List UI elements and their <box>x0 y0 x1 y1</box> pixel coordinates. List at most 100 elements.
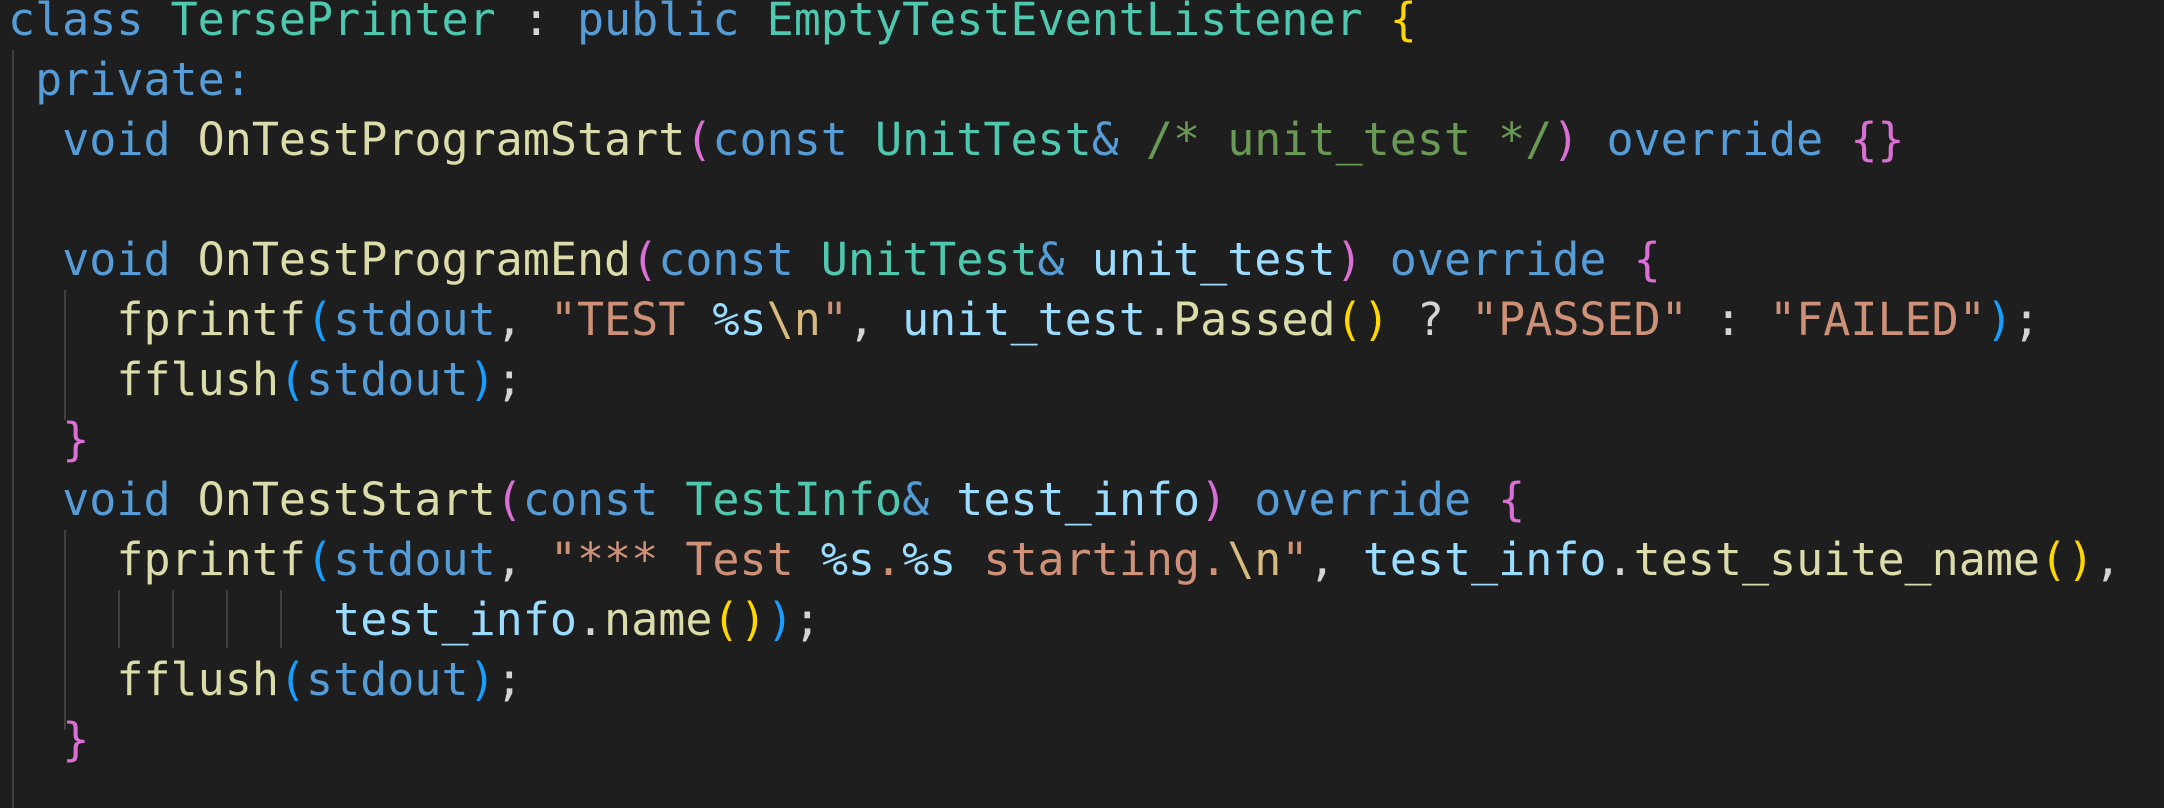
code-token: void <box>62 473 198 526</box>
code-token: /* unit_test */ <box>1145 113 1553 166</box>
code-token: ( <box>306 533 334 586</box>
code-token: ) <box>766 593 794 646</box>
code-token: ; <box>495 653 523 706</box>
code-token: "FAILED" <box>1769 293 1986 346</box>
code-token: ; <box>793 593 821 646</box>
code-token: stdout <box>306 653 469 706</box>
code-token: { <box>1633 233 1661 286</box>
code-token: unit_test <box>902 293 1146 346</box>
code-editor[interactable]: class TersePrinter : public EmptyTestEve… <box>0 0 2164 808</box>
code-token: ( <box>631 233 659 286</box>
code-token: , <box>847 293 903 346</box>
code-token: () <box>2040 533 2095 586</box>
code-token: : <box>1687 293 1770 346</box>
code-token: public <box>576 0 767 46</box>
code-token: {} <box>1850 113 1905 166</box>
code-token: override <box>1606 113 1851 166</box>
code-token: Passed <box>1173 293 1336 346</box>
code-token: stdout <box>333 293 496 346</box>
code-token: stdout <box>306 353 469 406</box>
code-token: class <box>8 0 171 46</box>
code-token: ( <box>306 293 334 346</box>
code-token: override <box>1254 473 1499 526</box>
code-token: void <box>62 113 198 166</box>
code-token: fflush <box>116 353 279 406</box>
code-token: , <box>1308 533 1363 586</box>
code-token: const <box>522 473 686 526</box>
code-token: , <box>2094 533 2122 586</box>
code-token: ) <box>1985 293 2013 346</box>
code-line[interactable]: } <box>8 710 89 770</box>
code-token: private: <box>8 53 252 106</box>
code-token: ( <box>278 353 307 406</box>
code-token: ) <box>468 653 496 706</box>
code-token: const <box>712 113 875 166</box>
code-token: & <box>1037 233 1092 286</box>
code-line[interactable]: test_info.name()); <box>8 590 821 650</box>
code-token: "TEST <box>549 293 713 346</box>
code-token: test_info <box>333 593 577 646</box>
code-token: "PASSED" <box>1471 293 1688 346</box>
code-line[interactable]: void OnTestProgramEnd(const UnitTest& un… <box>8 230 1661 290</box>
code-token: : <box>495 0 577 46</box>
code-token: EmptyTestEventListener <box>766 0 1363 46</box>
code-token: () <box>1335 293 1390 346</box>
code-token: const <box>658 233 821 286</box>
code-line[interactable]: fflush(stdout); <box>8 650 523 710</box>
code-token: UnitTest <box>820 233 1038 286</box>
code-token: ) <box>1200 473 1228 526</box>
code-token: override <box>1389 233 1634 286</box>
code-token: ; <box>495 353 523 406</box>
code-token: UnitTest <box>874 113 1092 166</box>
code-token: ( <box>278 653 307 706</box>
code-line[interactable]: private: <box>8 50 252 110</box>
code-token: , <box>495 533 550 586</box>
code-line[interactable]: fprintf(stdout, "TEST %s\n", unit_test.P… <box>8 290 2040 350</box>
code-token: test_info <box>956 473 1201 526</box>
code-token: & <box>1091 113 1146 166</box>
code-token: } <box>62 713 90 766</box>
code-token: test_suite_name <box>1633 533 2041 586</box>
code-token: fprintf <box>116 293 307 346</box>
code-token: %s <box>820 533 875 586</box>
code-token: () <box>712 593 767 646</box>
code-token: unit_test <box>1091 233 1336 286</box>
code-token: "*** Test <box>549 533 821 586</box>
code-token: & <box>902 473 957 526</box>
code-token: TestInfo <box>685 473 903 526</box>
code-token: stdout <box>333 533 496 586</box>
code-line[interactable]: fprintf(stdout, "*** Test %s.%s starting… <box>8 530 2121 590</box>
code-token: OnTestProgramEnd <box>197 233 632 286</box>
code-token: , <box>495 293 550 346</box>
code-line[interactable]: fflush(stdout); <box>8 350 523 410</box>
code-token: name <box>604 593 713 646</box>
code-line[interactable]: void OnTestProgramStart(const UnitTest& … <box>8 110 1905 170</box>
code-token: ) <box>1552 113 1580 166</box>
code-token: " <box>820 293 848 346</box>
code-token: ) <box>468 353 496 406</box>
code-token: \n <box>1227 533 1282 586</box>
code-token: %s <box>902 533 957 586</box>
code-line[interactable]: } <box>8 410 89 470</box>
code-token: test_info <box>1362 533 1607 586</box>
code-token: OnTestProgramStart <box>197 113 686 166</box>
code-token: fprintf <box>116 533 307 586</box>
code-line[interactable]: void OnTestStart(const TestInfo& test_in… <box>8 470 1525 530</box>
code-token: . <box>1606 533 1634 586</box>
code-token: } <box>62 413 90 466</box>
code-token: ) <box>1335 233 1363 286</box>
code-line[interactable]: class TersePrinter : public EmptyTestEve… <box>8 0 1417 50</box>
code-token: . <box>1145 293 1174 346</box>
